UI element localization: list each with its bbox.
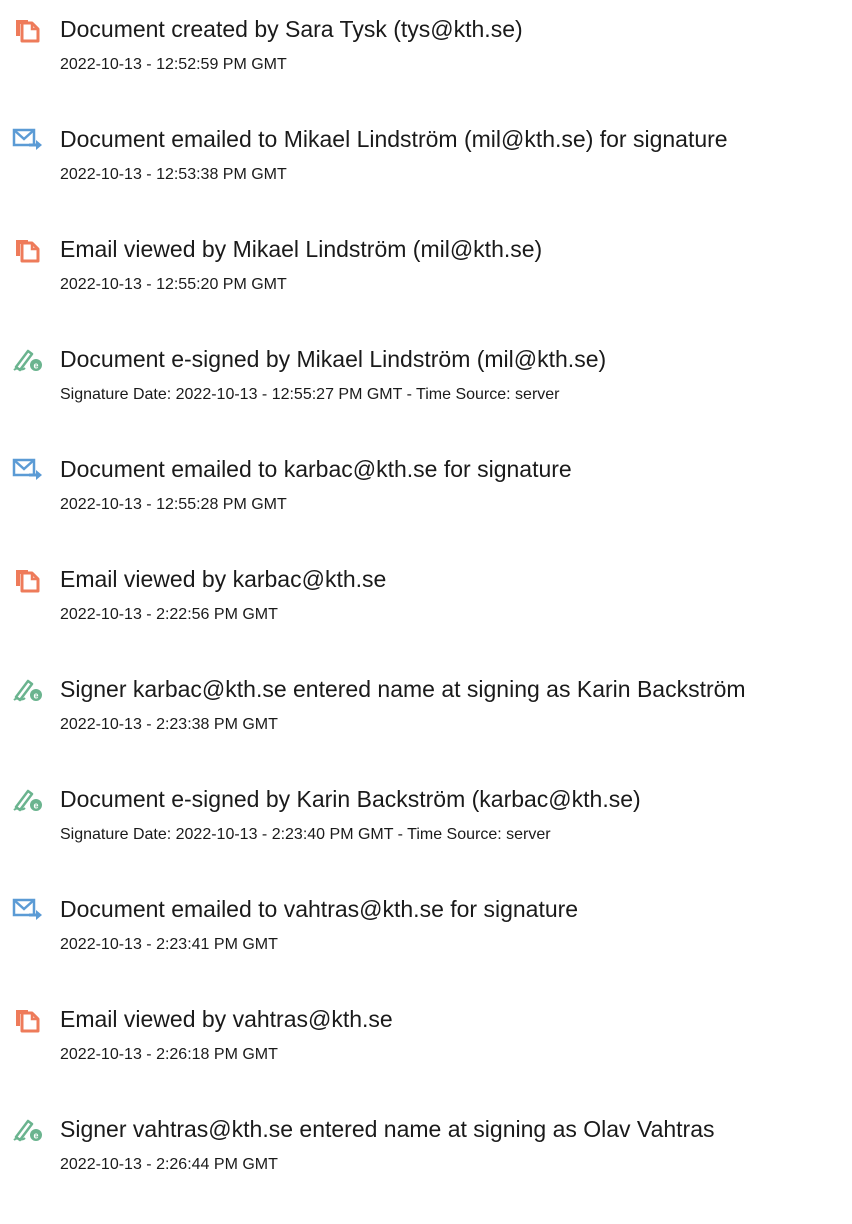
entry-title: Email viewed by karbac@kth.se bbox=[60, 566, 387, 592]
entry-signature-date: Signature Date: 2022-10-13 - 12:55:27 PM… bbox=[60, 386, 560, 403]
document-viewed-icon bbox=[12, 235, 44, 263]
e-sign-icon: e bbox=[12, 1115, 44, 1143]
entry-title: Document emailed to Mikael Lindström (mi… bbox=[60, 126, 728, 152]
entry-title: Document e-signed by Karin Backström (ka… bbox=[60, 786, 641, 812]
entry-title: Email viewed by Mikael Lindström (mil@kt… bbox=[60, 236, 543, 262]
email-sent-icon bbox=[12, 455, 44, 483]
entry-timestamp: 2022-10-13 - 2:22:56 PM GMT bbox=[60, 606, 278, 623]
audit-entry: Document emailed to karbac@kth.se for si… bbox=[0, 454, 852, 524]
email-sent-icon bbox=[12, 125, 44, 153]
email-sent-icon bbox=[12, 895, 44, 923]
svg-text:e: e bbox=[33, 691, 38, 701]
entry-timestamp: 2022-10-13 - 12:53:38 PM GMT bbox=[60, 166, 287, 183]
e-sign-icon: e bbox=[12, 675, 44, 703]
audit-entry: Document emailed to Mikael Lindström (mi… bbox=[0, 124, 852, 194]
entry-title: Email viewed by vahtras@kth.se bbox=[60, 1006, 393, 1032]
audit-entry: Email viewed by karbac@kth.se 2022-10-13… bbox=[0, 564, 852, 634]
entry-signature-date: Signature Date: 2022-10-13 - 2:23:40 PM … bbox=[60, 826, 551, 843]
svg-text:e: e bbox=[33, 801, 38, 811]
entry-timestamp: 2022-10-13 - 2:26:44 PM GMT bbox=[60, 1156, 278, 1173]
audit-entry: Email viewed by Mikael Lindström (mil@kt… bbox=[0, 234, 852, 304]
svg-text:e: e bbox=[33, 1131, 38, 1141]
audit-entry: e Signer karbac@kth.se entered name at s… bbox=[0, 674, 852, 744]
entry-title: Signer karbac@kth.se entered name at sig… bbox=[60, 676, 746, 702]
e-sign-icon: e bbox=[12, 345, 44, 373]
e-sign-icon: e bbox=[12, 785, 44, 813]
document-viewed-icon bbox=[12, 565, 44, 593]
document-created-icon bbox=[12, 15, 44, 43]
entry-timestamp: 2022-10-13 - 2:26:18 PM GMT bbox=[60, 1046, 278, 1063]
entry-title: Document emailed to vahtras@kth.se for s… bbox=[60, 896, 579, 922]
svg-text:e: e bbox=[33, 361, 38, 371]
entry-title: Document created by Sara Tysk (tys@kth.s… bbox=[60, 16, 523, 42]
entry-timestamp: 2022-10-13 - 12:55:20 PM GMT bbox=[60, 276, 287, 293]
audit-entry: Document created by Sara Tysk (tys@kth.s… bbox=[0, 14, 852, 84]
audit-entry: Email viewed by vahtras@kth.se 2022-10-1… bbox=[0, 1004, 852, 1074]
audit-entry: e Signer vahtras@kth.se entered name at … bbox=[0, 1114, 852, 1184]
document-viewed-icon bbox=[12, 1005, 44, 1033]
audit-entry: e Document e-signed by Mikael Lindström … bbox=[0, 344, 852, 414]
entry-title: Signer vahtras@kth.se entered name at si… bbox=[60, 1116, 715, 1142]
entry-title: Document emailed to karbac@kth.se for si… bbox=[60, 456, 572, 482]
entry-timestamp: 2022-10-13 - 12:52:59 PM GMT bbox=[60, 56, 287, 73]
audit-entry: Document emailed to vahtras@kth.se for s… bbox=[0, 894, 852, 964]
entry-title: Document e-signed by Mikael Lindström (m… bbox=[60, 346, 607, 372]
entry-timestamp: 2022-10-13 - 2:23:41 PM GMT bbox=[60, 936, 278, 953]
entry-timestamp: 2022-10-13 - 12:55:28 PM GMT bbox=[60, 496, 287, 513]
entry-timestamp: 2022-10-13 - 2:23:38 PM GMT bbox=[60, 716, 278, 733]
audit-entry: e Document e-signed by Karin Backström (… bbox=[0, 784, 852, 854]
